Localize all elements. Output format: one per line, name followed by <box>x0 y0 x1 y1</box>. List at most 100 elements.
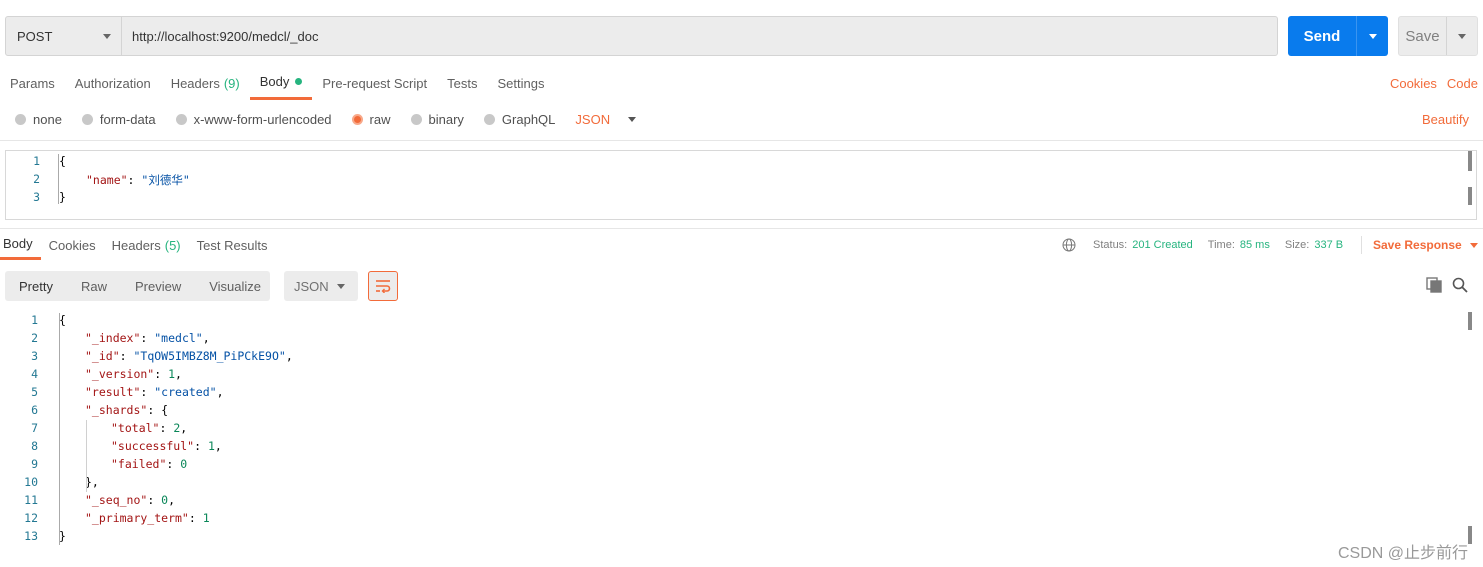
code-line: }, <box>85 475 99 489</box>
tab-label: Tests <box>447 75 478 91</box>
cursor-guide <box>59 313 60 545</box>
url-input[interactable]: http://localhost:9200/medcl/_doc <box>122 17 1277 55</box>
json-value: "medcl" <box>154 331 203 345</box>
tab-headers[interactable]: Headers (9) <box>161 66 250 100</box>
save-label[interactable]: Save <box>1399 17 1446 55</box>
tab-label: Cookies <box>48 237 96 253</box>
response-tab-body[interactable]: Body <box>0 230 41 260</box>
body-language-label: JSON <box>575 111 611 127</box>
code-line: "successful": 1, <box>111 439 222 453</box>
chevron-down-icon <box>1368 33 1377 39</box>
radio-checked-icon <box>351 113 363 125</box>
view-mode-raw[interactable]: Raw <box>67 279 121 294</box>
status-value[interactable]: 201 Created <box>1132 239 1193 251</box>
size-value[interactable]: 337 B <box>1314 239 1343 251</box>
json-key: "result" <box>85 385 141 399</box>
tab-label: Test Results <box>196 237 268 253</box>
save-response-button[interactable]: Save Response <box>1361 236 1478 254</box>
send-button[interactable]: Send <box>1288 16 1388 56</box>
response-tab-test-results[interactable]: Test Results <box>189 230 276 260</box>
response-tabs: Body Cookies Headers (5) Test Results <box>0 230 275 260</box>
tab-authorization[interactable]: Authorization <box>65 66 161 100</box>
code-line: { <box>59 313 66 327</box>
beautify-link[interactable]: Beautify <box>1422 108 1469 130</box>
radio-label: none <box>33 111 62 127</box>
line-number: 8 <box>31 439 38 453</box>
code-link[interactable]: Code <box>1447 76 1478 91</box>
json-value: 1 <box>168 367 176 381</box>
scrollbar-thumb[interactable] <box>1468 187 1472 205</box>
tab-label: Headers <box>170 75 220 91</box>
code-line: "_primary_term": 1 <box>85 511 210 525</box>
tab-pre-request-script[interactable]: Pre-request Script <box>312 66 437 100</box>
code-line: "_seq_no": 0, <box>85 493 176 507</box>
line-number: 13 <box>24 529 38 543</box>
scrollbar-thumb[interactable] <box>1468 312 1472 330</box>
cursor-guide <box>58 154 59 204</box>
scrollbar-thumb[interactable] <box>1468 151 1472 171</box>
line-number: 2 <box>33 172 40 186</box>
tab-label: Pre-request Script <box>322 75 428 91</box>
json-key: "_index" <box>85 331 141 345</box>
json-value: 1 <box>202 511 210 525</box>
tab-body[interactable]: Body <box>249 66 313 100</box>
send-options-button[interactable] <box>1356 16 1388 56</box>
json-key: "_primary_term" <box>85 511 189 525</box>
radio-icon <box>81 113 93 125</box>
line-number: 12 <box>24 511 38 525</box>
chevron-down-icon <box>103 33 111 39</box>
globe-icon[interactable] <box>1062 238 1076 252</box>
request-body-editor[interactable]: 1 { 2 "name": "刘德华" 3 } <box>5 150 1477 220</box>
radio-label: binary <box>428 111 464 127</box>
line-number: 11 <box>24 493 38 507</box>
tab-settings[interactable]: Settings <box>487 66 554 100</box>
response-body-viewer[interactable]: 1 {2 "_index": "medcl", 3 "_id": "TqOW5IMBZ8… <box>0 310 1483 550</box>
line-number: 3 <box>33 190 40 204</box>
body-type-none[interactable]: none <box>15 112 62 127</box>
method-select[interactable]: POST <box>6 17 122 55</box>
line-number: 5 <box>31 385 38 399</box>
divider <box>0 140 1483 141</box>
body-type-raw[interactable]: raw <box>351 112 391 127</box>
line-number: 3 <box>31 349 38 363</box>
time-value[interactable]: 85 ms <box>1240 239 1270 251</box>
tab-params[interactable]: Params <box>0 66 65 100</box>
line-number: 1 <box>31 313 38 327</box>
json-key: "total" <box>111 421 160 435</box>
view-mode-pretty[interactable]: Pretty <box>5 279 67 294</box>
response-tab-headers[interactable]: Headers (5) <box>104 230 189 260</box>
json-key: "_shards" <box>85 403 148 417</box>
tab-tests[interactable]: Tests <box>437 66 487 100</box>
tab-label: Body <box>3 236 33 251</box>
view-mode-visualize[interactable]: Visualize <box>195 279 275 294</box>
code-line: "total": 2, <box>111 421 188 435</box>
scrollbar-thumb[interactable] <box>1468 526 1472 544</box>
line-number: 10 <box>24 475 38 489</box>
json-value: 0 <box>180 457 188 471</box>
send-label[interactable]: Send <box>1288 16 1356 56</box>
search-icon[interactable] <box>1451 276 1469 294</box>
wrap-lines-button[interactable] <box>368 271 398 301</box>
tab-label: Settings <box>497 75 545 91</box>
line-number: 1 <box>33 154 40 168</box>
json-punct: , <box>285 349 293 363</box>
json-key: "failed" <box>111 457 167 471</box>
save-options-button[interactable] <box>1446 17 1477 55</box>
response-tab-cookies[interactable]: Cookies <box>41 230 104 260</box>
indent-guide <box>86 420 87 492</box>
tab-label: Body <box>259 74 290 89</box>
copy-icon[interactable] <box>1425 276 1443 294</box>
save-button[interactable]: Save <box>1398 16 1478 56</box>
json-punct: , <box>175 367 182 381</box>
radio-icon <box>175 113 187 125</box>
response-status: Status: 201 Created Time: 85 ms Size: 33… <box>1062 236 1358 254</box>
cookies-link[interactable]: Cookies <box>1390 76 1437 91</box>
body-type-urlencoded[interactable]: x-www-form-urlencoded <box>175 112 332 127</box>
response-format-select[interactable]: JSON <box>284 271 358 301</box>
body-type-binary[interactable]: binary <box>410 111 464 127</box>
body-language-select[interactable]: JSON <box>575 111 637 127</box>
code-line: } <box>59 529 66 543</box>
view-mode-preview[interactable]: Preview <box>121 279 195 294</box>
body-type-graphql[interactable]: GraphQL <box>483 112 555 127</box>
body-type-form-data[interactable]: form-data <box>81 112 156 127</box>
